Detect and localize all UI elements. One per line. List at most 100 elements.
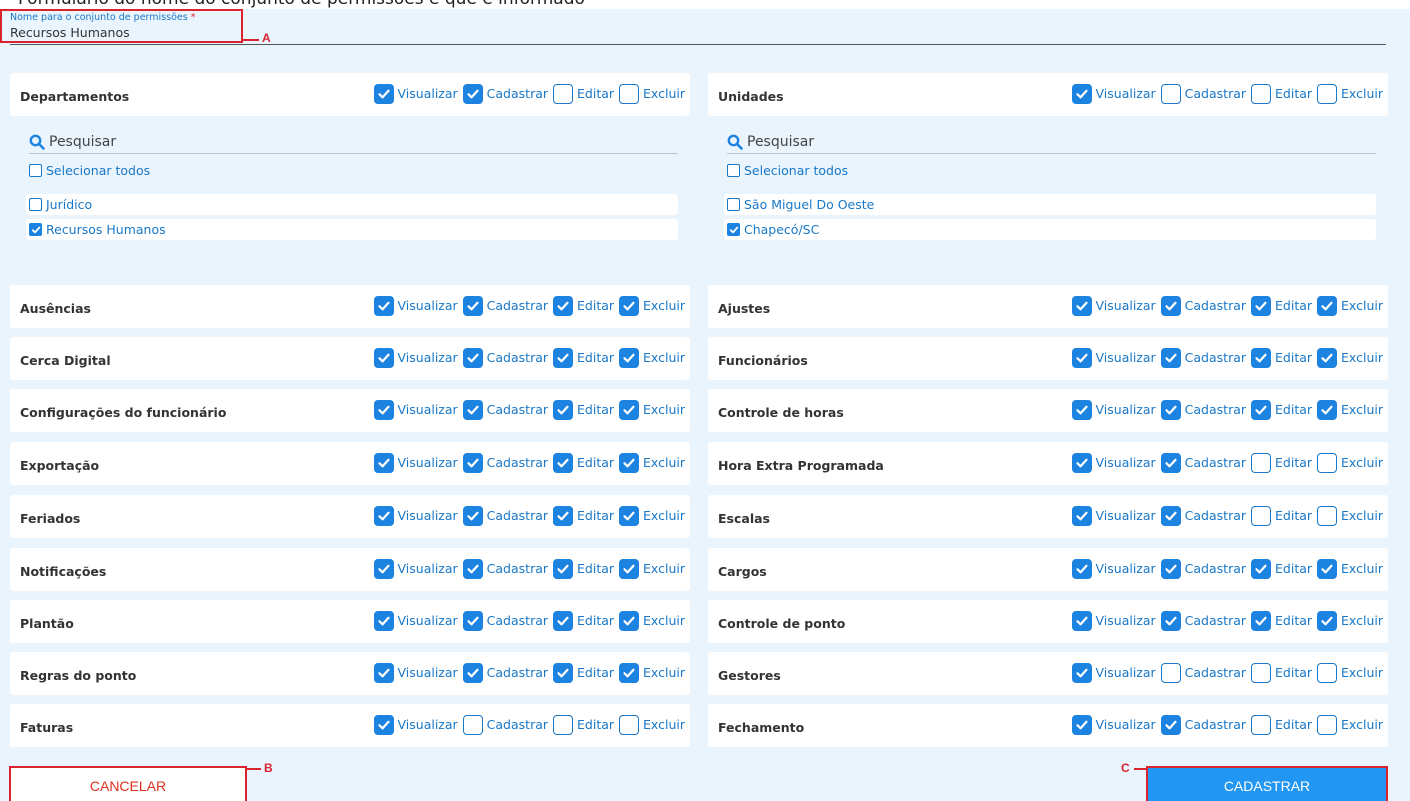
visualizar-permission-toggle[interactable]: Visualizar — [1071, 505, 1156, 526]
checked-checkbox-icon[interactable] — [462, 399, 483, 420]
editar-permission-toggle[interactable]: Editar — [553, 452, 614, 473]
excluir-permission-toggle[interactable]: Excluir — [1317, 505, 1383, 526]
unchecked-checkbox-icon[interactable] — [1317, 83, 1338, 104]
checked-checkbox-icon[interactable] — [1071, 295, 1092, 316]
excluir-permission-toggle[interactable]: Excluir — [1317, 558, 1383, 579]
checked-checkbox-icon[interactable] — [1071, 83, 1092, 104]
checked-checkbox-icon[interactable] — [1160, 295, 1181, 316]
visualizar-permission-toggle[interactable]: Visualizar — [373, 399, 458, 420]
editar-permission-toggle[interactable]: Editar — [1251, 558, 1312, 579]
checked-checkbox-icon[interactable] — [1251, 347, 1272, 368]
checked-checkbox-icon[interactable] — [1071, 505, 1092, 526]
editar-permission-toggle[interactable]: Editar — [1251, 399, 1312, 420]
editar-permission-toggle[interactable]: Editar — [553, 610, 614, 631]
checked-checkbox-icon[interactable] — [1160, 452, 1181, 473]
cadastrar-permission-toggle[interactable]: Cadastrar — [462, 558, 548, 579]
unchecked-checkbox-icon[interactable] — [1251, 452, 1272, 473]
excluir-permission-toggle[interactable]: Excluir — [1317, 83, 1383, 104]
visualizar-permission-toggle[interactable]: Visualizar — [373, 295, 458, 316]
excluir-permission-toggle[interactable]: Excluir — [1317, 452, 1383, 473]
editar-permission-toggle[interactable]: Editar — [553, 558, 614, 579]
excluir-permission-toggle[interactable]: Excluir — [1317, 714, 1383, 735]
checked-checkbox-icon[interactable] — [1251, 558, 1272, 579]
visualizar-permission-toggle[interactable]: Visualizar — [373, 83, 458, 104]
editar-permission-toggle[interactable]: Editar — [553, 505, 614, 526]
visualizar-permission-toggle[interactable]: Visualizar — [373, 558, 458, 579]
excluir-permission-toggle[interactable]: Excluir — [1317, 399, 1383, 420]
checked-checkbox-icon[interactable] — [373, 714, 394, 735]
unchecked-checkbox-icon[interactable] — [1251, 505, 1272, 526]
excluir-permission-toggle[interactable]: Excluir — [1317, 610, 1383, 631]
cadastrar-permission-toggle[interactable]: Cadastrar — [462, 714, 548, 735]
checked-checkbox-icon[interactable] — [373, 662, 394, 683]
visualizar-permission-toggle[interactable]: Visualizar — [1071, 714, 1156, 735]
departments-search-input[interactable]: Pesquisar — [49, 134, 116, 150]
cadastrar-permission-toggle[interactable]: Cadastrar — [1160, 610, 1246, 631]
visualizar-permission-toggle[interactable]: Visualizar — [1071, 610, 1156, 631]
checked-checkbox-icon[interactable] — [553, 295, 574, 316]
checked-checkbox-icon[interactable] — [373, 558, 394, 579]
checked-checkbox-icon[interactable] — [1317, 399, 1338, 420]
checked-checkbox-icon[interactable] — [462, 662, 483, 683]
visualizar-permission-toggle[interactable]: Visualizar — [373, 505, 458, 526]
list-item-recursos-humanos[interactable]: Recursos Humanos — [26, 219, 678, 240]
cadastrar-permission-toggle[interactable]: Cadastrar — [1160, 452, 1246, 473]
editar-permission-toggle[interactable]: Editar — [1251, 295, 1312, 316]
checked-checkbox-icon[interactable] — [1160, 399, 1181, 420]
checked-checkbox-icon[interactable] — [727, 223, 740, 236]
visualizar-permission-toggle[interactable]: Visualizar — [373, 714, 458, 735]
checked-checkbox-icon[interactable] — [462, 452, 483, 473]
editar-permission-toggle[interactable]: Editar — [1251, 452, 1312, 473]
checked-checkbox-icon[interactable] — [553, 347, 574, 368]
checked-checkbox-icon[interactable] — [1160, 558, 1181, 579]
cadastrar-permission-toggle[interactable]: Cadastrar — [462, 399, 548, 420]
list-item-juridico[interactable]: Jurídico — [26, 194, 678, 215]
checked-checkbox-icon[interactable] — [373, 610, 394, 631]
visualizar-permission-toggle[interactable]: Visualizar — [1071, 399, 1156, 420]
cadastrar-permission-toggle[interactable]: Cadastrar — [462, 452, 548, 473]
unchecked-checkbox-icon[interactable] — [1317, 662, 1338, 683]
excluir-permission-toggle[interactable]: Excluir — [1317, 347, 1383, 368]
checked-checkbox-icon[interactable] — [1160, 610, 1181, 631]
checked-checkbox-icon[interactable] — [462, 505, 483, 526]
checked-checkbox-icon[interactable] — [1071, 347, 1092, 368]
checked-checkbox-icon[interactable] — [619, 505, 640, 526]
checked-checkbox-icon[interactable] — [462, 610, 483, 631]
checked-checkbox-icon[interactable] — [1160, 714, 1181, 735]
cadastrar-permission-toggle[interactable]: Cadastrar — [1160, 558, 1246, 579]
visualizar-permission-toggle[interactable]: Visualizar — [373, 662, 458, 683]
checked-checkbox-icon[interactable] — [462, 295, 483, 316]
editar-permission-toggle[interactable]: Editar — [553, 399, 614, 420]
visualizar-permission-toggle[interactable]: Visualizar — [1071, 347, 1156, 368]
checked-checkbox-icon[interactable] — [619, 295, 640, 316]
checked-checkbox-icon[interactable] — [373, 452, 394, 473]
checked-checkbox-icon[interactable] — [373, 83, 394, 104]
checked-checkbox-icon[interactable] — [462, 347, 483, 368]
unchecked-checkbox-icon[interactable] — [727, 198, 740, 211]
visualizar-permission-toggle[interactable]: Visualizar — [373, 610, 458, 631]
list-item-chapeco-sc[interactable]: Chapecó/SC — [724, 219, 1376, 240]
unchecked-checkbox-icon[interactable] — [1160, 662, 1181, 683]
unchecked-checkbox-icon[interactable] — [1251, 83, 1272, 104]
select-all-checkbox[interactable] — [727, 164, 740, 177]
checked-checkbox-icon[interactable] — [553, 505, 574, 526]
excluir-permission-toggle[interactable]: Excluir — [619, 295, 685, 316]
editar-permission-toggle[interactable]: Editar — [553, 83, 614, 104]
list-item-sao-miguel-do-oeste[interactable]: São Miguel Do Oeste — [724, 194, 1376, 215]
checked-checkbox-icon[interactable] — [1160, 505, 1181, 526]
cadastrar-permission-toggle[interactable]: Cadastrar — [1160, 399, 1246, 420]
checked-checkbox-icon[interactable] — [373, 295, 394, 316]
checked-checkbox-icon[interactable] — [553, 558, 574, 579]
excluir-permission-toggle[interactable]: Excluir — [619, 347, 685, 368]
checked-checkbox-icon[interactable] — [619, 399, 640, 420]
units-search-input[interactable]: Pesquisar — [747, 134, 814, 150]
unchecked-checkbox-icon[interactable] — [462, 714, 483, 735]
checked-checkbox-icon[interactable] — [373, 399, 394, 420]
cadastrar-permission-toggle[interactable]: Cadastrar — [462, 295, 548, 316]
unchecked-checkbox-icon[interactable] — [1317, 505, 1338, 526]
checked-checkbox-icon[interactable] — [553, 399, 574, 420]
unchecked-checkbox-icon[interactable] — [553, 714, 574, 735]
editar-permission-toggle[interactable]: Editar — [1251, 662, 1312, 683]
excluir-permission-toggle[interactable]: Excluir — [619, 610, 685, 631]
checked-checkbox-icon[interactable] — [1071, 714, 1092, 735]
